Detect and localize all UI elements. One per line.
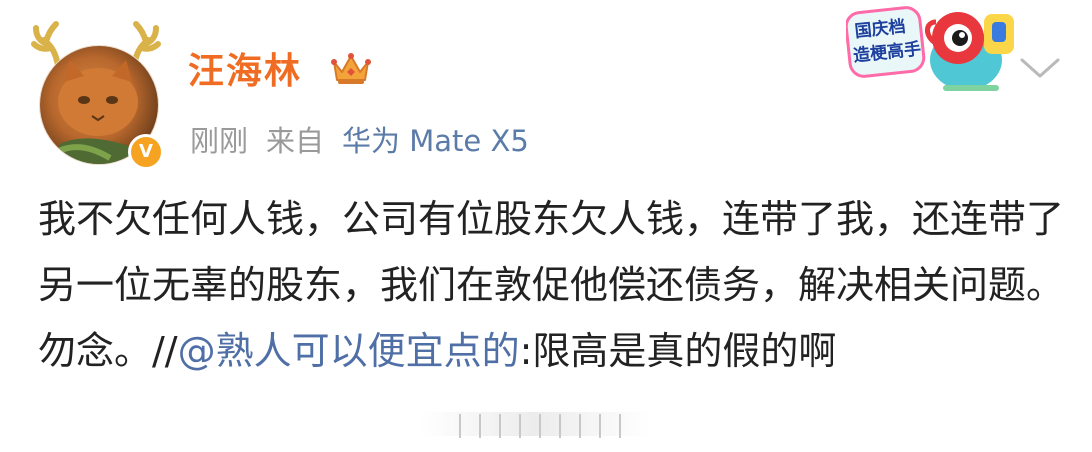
post-text-tail: :限高是真的假的啊 — [519, 329, 837, 373]
crown-icon[interactable] — [330, 50, 372, 86]
chevron-down-icon[interactable] — [1018, 54, 1062, 82]
truncation-fade — [420, 412, 650, 438]
device-source-link[interactable]: 华为 Mate X5 — [342, 124, 529, 158]
weibo-post: V 汪海林 刚刚 来自 华为 Mate X5 国庆档 造梗高手 我不欠任何人钱，公司… — [0, 0, 1092, 452]
avatar-container[interactable]: V — [30, 20, 170, 170]
source-prefix: 来自 — [266, 124, 325, 158]
post-time: 刚刚 — [190, 124, 249, 158]
post-meta: 刚刚 来自 华为 Mate X5 — [190, 118, 529, 160]
verified-badge-icon: V — [128, 134, 164, 170]
campaign-sticker-icon[interactable]: 国庆档 造梗高手 — [846, 2, 1030, 102]
username[interactable]: 汪海林 — [188, 42, 302, 94]
post-text: 我不欠任何人钱，公司有位股东欠人钱，连带了我，还连带了另一位无辜的股东，我们在敦… — [38, 186, 1068, 384]
mention-link[interactable]: @熟人可以便宜点的 — [178, 329, 520, 373]
